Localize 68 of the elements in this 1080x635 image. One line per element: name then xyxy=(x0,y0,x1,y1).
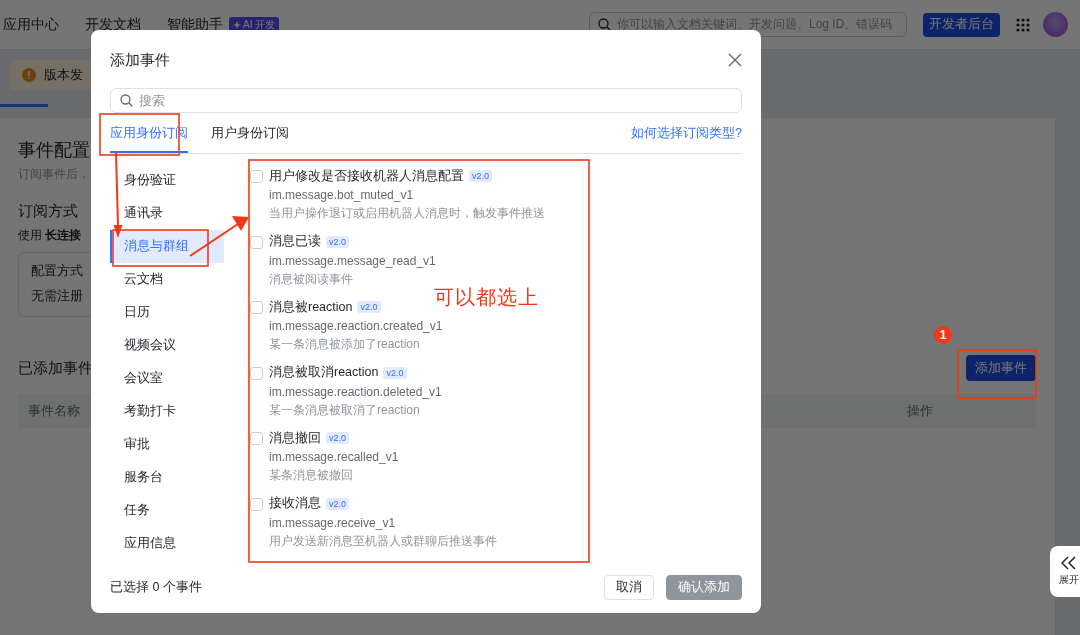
help-link[interactable]: 如何选择订阅类型? xyxy=(631,125,742,153)
category-item[interactable]: 服务台 xyxy=(110,461,224,494)
checkbox[interactable] xyxy=(250,301,263,314)
avatar[interactable] xyxy=(1043,12,1068,37)
config-label: 配置方式 xyxy=(31,263,83,280)
category-item[interactable]: 云文档 xyxy=(110,263,224,296)
tab-indicator xyxy=(0,104,48,107)
apps-grid-icon[interactable] xyxy=(1016,17,1030,32)
version-tag: v2.0 xyxy=(326,235,349,248)
expand-tab[interactable]: 展开 xyxy=(1050,546,1080,597)
event-title: 接收消息 xyxy=(269,495,321,512)
event-title: 用户修改是否接收机器人消息配置 xyxy=(269,167,464,185)
event-code: im.message.bot_muted_v1 xyxy=(269,187,415,204)
tab[interactable]: 用户身份订阅 xyxy=(211,125,289,153)
checkbox[interactable] xyxy=(250,235,263,249)
checkbox[interactable] xyxy=(250,170,263,183)
version-tag: v2.0 xyxy=(357,301,381,313)
config-value: 无需注册 xyxy=(31,288,83,305)
event-code: im.message.message_read_v1 xyxy=(269,252,437,270)
event-description: 消息被阅读事件 xyxy=(269,270,354,288)
event-description: 某一条消息被添加了reaction xyxy=(269,336,421,353)
version-tag: v2.0 xyxy=(326,432,349,444)
event-description: 某条消息被撤回 xyxy=(269,467,354,484)
search-icon xyxy=(120,94,133,107)
category-item[interactable]: 应用信息 xyxy=(110,527,224,560)
added-events-title: 已添加事件 xyxy=(18,358,93,378)
selection-count: 已选择 0 个事件 xyxy=(110,578,202,596)
checkbox[interactable] xyxy=(250,497,263,511)
double-chevron-icon xyxy=(1061,556,1077,570)
category-item[interactable]: 日历 xyxy=(110,296,224,329)
subscribe-title: 订阅方式 xyxy=(18,201,78,221)
version-tag: v2.0 xyxy=(469,170,492,182)
dialog-title: 添加事件 xyxy=(110,50,170,70)
version-tag: v2.0 xyxy=(383,366,407,379)
category-item[interactable]: 考勤打卡 xyxy=(110,395,224,428)
event-title: 消息被取消reaction xyxy=(269,364,379,381)
event-title: 消息被reaction xyxy=(269,298,353,316)
checkbox[interactable] xyxy=(250,366,263,380)
close-icon xyxy=(727,52,743,68)
category-item[interactable]: 通讯录 xyxy=(110,197,224,230)
event-code: im.message.reaction.deleted_v1 xyxy=(269,383,443,401)
column-header: 操作 xyxy=(907,402,933,420)
event-code: im.message.recalled_v1 xyxy=(269,449,400,466)
nav-link[interactable]: 应用中心 xyxy=(3,15,59,34)
event-description: 当用户操作退订或启用机器人消息时，触发事件推送 xyxy=(269,205,545,222)
event-title: 消息已读 xyxy=(269,233,321,250)
cancel-button[interactable]: 取消 xyxy=(604,574,654,600)
section-title: 事件配置 xyxy=(18,139,90,162)
annotation-text: 可以都选上 xyxy=(434,285,539,310)
category-item[interactable]: 视频会议 xyxy=(110,329,224,362)
close-button[interactable] xyxy=(727,52,743,68)
column-header: 事件名称 xyxy=(28,402,80,420)
version-tag: v2.0 xyxy=(326,497,349,510)
subscribe-text: 使用 长连接 xyxy=(18,227,82,244)
event-description: 某一条消息被取消了reaction xyxy=(269,401,421,419)
event-code: im.message.receive_v1 xyxy=(269,514,397,532)
category-item[interactable]: 会议室 xyxy=(110,362,224,395)
warning-icon xyxy=(22,68,36,82)
search-icon xyxy=(598,18,611,31)
event-description: 用户发送新消息至机器人或群聊后推送事件 xyxy=(269,532,498,550)
event-title: 消息撤回 xyxy=(269,429,321,447)
event-code: im.message.reaction.created_v1 xyxy=(269,318,444,335)
category-item[interactable]: 审批 xyxy=(110,428,224,461)
checkbox[interactable] xyxy=(250,432,263,445)
annotation-arrow xyxy=(189,216,249,257)
category-item[interactable]: 身份验证 xyxy=(110,164,224,197)
notice-text: 版本发 xyxy=(44,66,83,84)
category-item[interactable]: 任务 xyxy=(110,494,224,527)
